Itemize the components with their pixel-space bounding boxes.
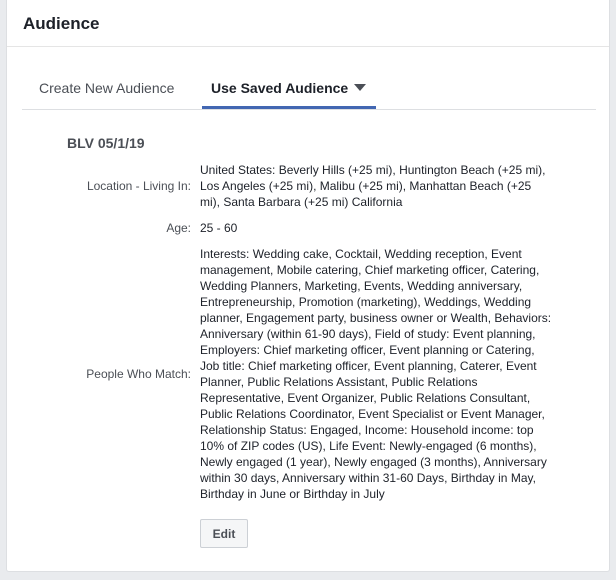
location-row: Location - Living In: United States: Bev…: [7, 162, 611, 210]
targeting-line: management, Mobile catering, Chief marke…: [200, 263, 540, 277]
people-who-match-row: People Who Match: Interests: Wedding cak…: [7, 246, 611, 502]
age-value: 25 - 60: [200, 221, 238, 235]
location-label: Location - Living In:: [86, 179, 191, 193]
tab-create-new-audience[interactable]: Create New Audience: [22, 68, 192, 109]
targeting-line: Entrepreneurship, Promotion (marketing),…: [200, 295, 532, 309]
targeting-line: Anniversary (within 61-90 days), Field o…: [200, 327, 536, 341]
location-value: United States: Beverly Hills (+25 mi), H…: [200, 162, 580, 210]
people-who-match-value: Interests: Wedding cake, Cocktail, Weddi…: [200, 246, 580, 502]
targeting-line: planner, Engagement party, business owne…: [200, 311, 552, 325]
audience-panel: Audience Create New Audience Use Saved A…: [6, 0, 610, 572]
targeting-line: Public Relations Coordinator, Event Spec…: [200, 407, 545, 421]
age-label: Age:: [166, 221, 191, 235]
edit-button[interactable]: Edit: [200, 519, 248, 548]
location-line: mi), Santa Barbara (+25 mi) California: [200, 195, 403, 209]
targeting-line: Job title: Chief marketing officer, Even…: [200, 359, 537, 373]
panel-header: Audience: [7, 0, 609, 47]
panel-title: Audience: [23, 14, 100, 33]
targeting-line: within 30 days, Anniversary within 31-60…: [200, 471, 536, 485]
tab-use-saved-audience[interactable]: Use Saved Audience: [202, 68, 376, 109]
audience-name: BLV 05/1/19: [67, 135, 145, 151]
targeting-line: 10% of ZIP codes (US), Life Event: Newly…: [200, 439, 537, 453]
tab-saved-label: Use Saved Audience: [211, 80, 349, 96]
location-line: Los Angeles (+25 mi), Malibu (+25 mi), M…: [200, 179, 532, 193]
targeting-line: Representative, Event Organizer, Public …: [200, 391, 531, 405]
targeting-line: Planner, Public Relations Assistant, Pub…: [200, 375, 478, 389]
caret-down-icon[interactable]: [354, 84, 367, 92]
people-who-match-label: People Who Match:: [86, 367, 191, 381]
location-line: United States: Beverly Hills (+25 mi), H…: [200, 163, 546, 177]
targeting-line: Wedding Planners, Marketing, Events, Wed…: [200, 279, 523, 293]
targeting-line: Relationship Status: Engaged, Income: Ho…: [200, 423, 534, 437]
targeting-line: Newly engaged (1 year), Newly engaged (3…: [200, 455, 547, 469]
targeting-line: Interests: Wedding cake, Cocktail, Weddi…: [200, 247, 522, 261]
targeting-line: Employers: Chief marketing officer, Even…: [200, 343, 535, 357]
age-row: Age: 25 - 60: [7, 220, 611, 236]
tab-create-label: Create New Audience: [39, 80, 175, 96]
audience-tabs: Create New Audience Use Saved Audience: [22, 68, 596, 110]
targeting-line: Birthday in June or Birthday in July: [200, 487, 385, 501]
